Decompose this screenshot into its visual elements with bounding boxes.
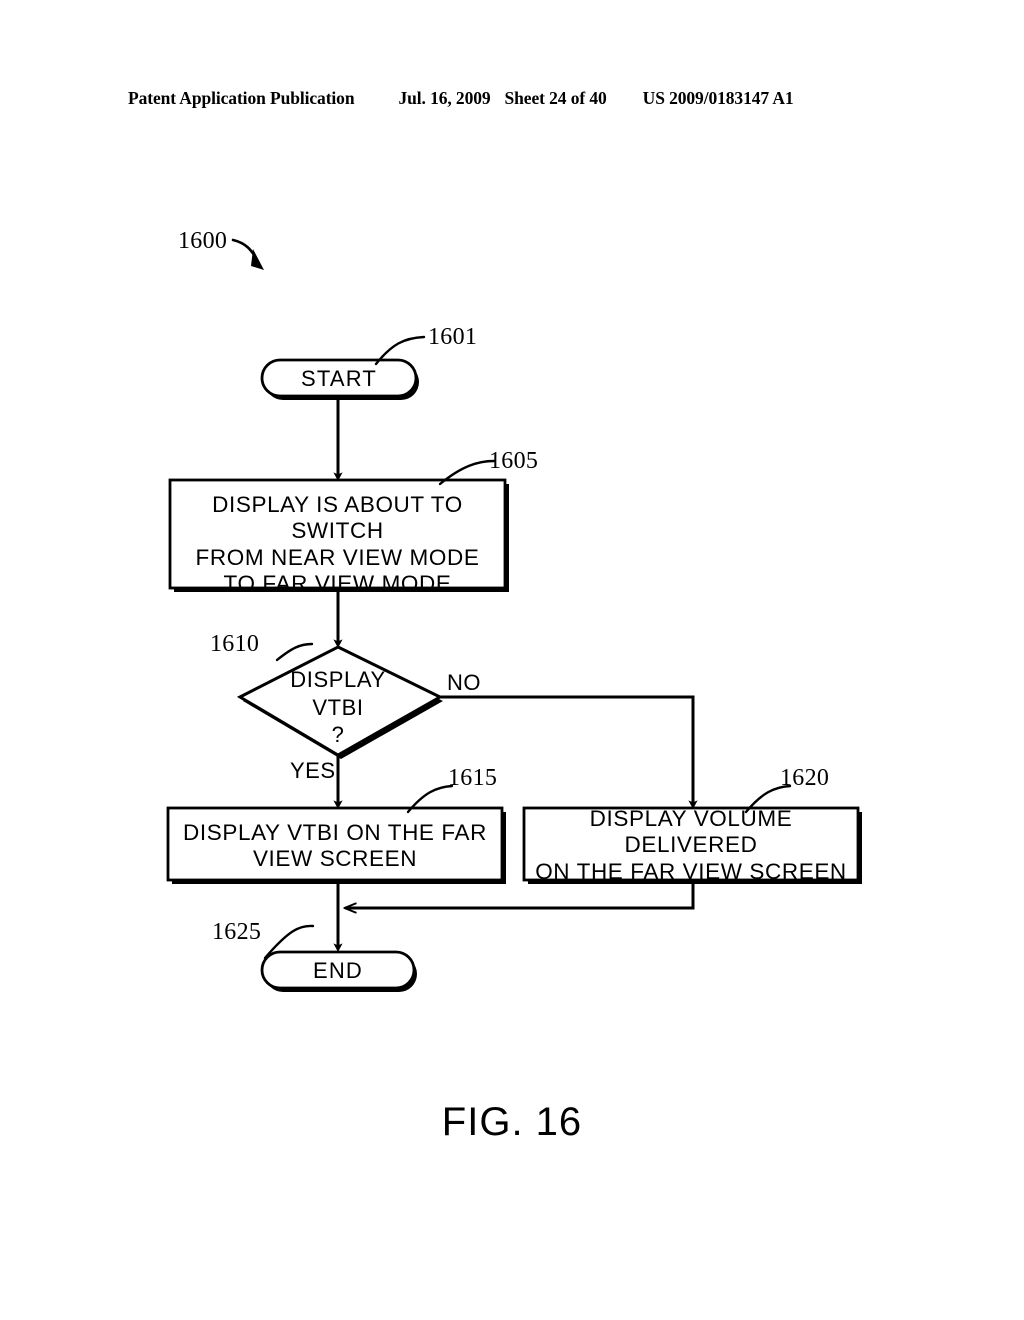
node-end xyxy=(260,950,417,992)
flowchart-figure: 1600 1601 1605 1610 1615 1620 1625 START… xyxy=(0,0,1024,1320)
diagram-lead-line xyxy=(231,238,264,270)
ref-numeral-1625: 1625 xyxy=(212,919,262,945)
ref-numeral-1620: 1620 xyxy=(780,765,830,791)
node-start xyxy=(260,358,419,400)
branch-label-yes: YES xyxy=(290,758,336,783)
node-display-volume xyxy=(522,806,862,884)
node-display-vtbi xyxy=(166,806,506,884)
ref-numeral-1605: 1605 xyxy=(489,448,539,474)
branch-label-no: NO xyxy=(447,670,481,695)
leader-1610 xyxy=(275,642,314,662)
ref-numeral-1600: 1600 xyxy=(178,228,228,254)
figure-caption: FIG. 16 xyxy=(441,1100,583,1144)
node-switch-notice xyxy=(168,478,509,592)
ref-numeral-1610: 1610 xyxy=(210,631,260,657)
node-decision-vtbi xyxy=(236,645,444,759)
ref-numeral-1601: 1601 xyxy=(428,324,478,350)
ref-numeral-1615: 1615 xyxy=(448,765,498,791)
connector-1620-merge xyxy=(345,880,695,908)
